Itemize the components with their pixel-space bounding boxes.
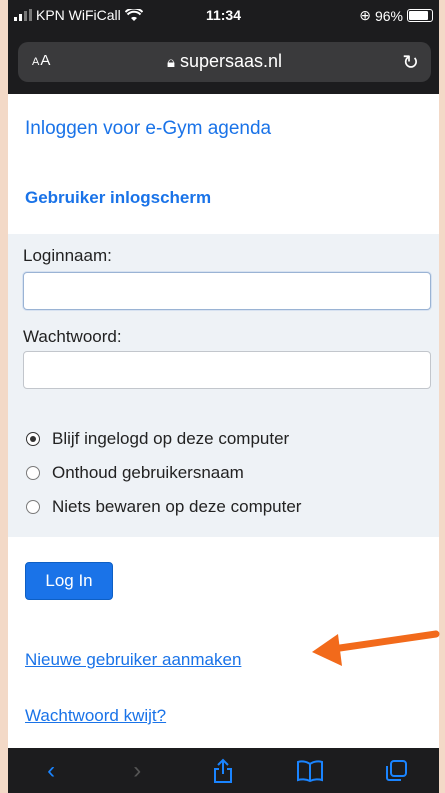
web-page: Inloggen voor e-Gym agenda Gebruiker inl… <box>8 94 440 748</box>
option-stay-logged-in[interactable]: Blijf ingelogd op deze computer <box>26 429 289 449</box>
status-right: ⊕ 96% <box>359 7 433 24</box>
battery-fill <box>409 11 428 20</box>
share-icon[interactable] <box>203 758 243 784</box>
tabs-icon[interactable] <box>376 759 416 783</box>
option-save-nothing[interactable]: Niets bewaren op deze computer <box>26 497 301 517</box>
orientation-lock-icon: ⊕ <box>359 7 371 23</box>
phone-screen: KPN WiFiCall 11:34 ⊕ 96% AA 🔒︎ supersaas… <box>0 0 445 793</box>
login-button[interactable]: Log In <box>25 562 113 600</box>
browser-header: AA 🔒︎ supersaas.nl ↻ <box>8 30 439 94</box>
battery-percent: 96% <box>374 7 403 24</box>
password-label: Wachtwoord: <box>23 327 122 346</box>
option-label: Niets bewaren op deze computer <box>52 497 302 516</box>
address-bar[interactable]: AA 🔒︎ supersaas.nl ↻ <box>18 42 431 82</box>
status-bar: KPN WiFiCall 11:34 ⊕ 96% <box>8 0 439 30</box>
forward-icon[interactable]: › <box>117 757 157 785</box>
radio-save-nothing[interactable] <box>26 500 40 514</box>
option-label: Blijf ingelogd op deze computer <box>52 429 290 448</box>
radio-stay-logged-in[interactable] <box>26 432 40 446</box>
domain-text: supersaas.nl <box>179 51 283 71</box>
browser-toolbar: ‹ › <box>8 748 439 793</box>
page-title[interactable]: Inloggen voor e-Gym agenda <box>25 118 271 140</box>
arrow-annotation-icon <box>312 630 440 666</box>
login-name-label: Loginnaam: <box>23 246 112 265</box>
back-icon[interactable]: ‹ <box>31 757 71 785</box>
option-label: Onthoud gebruikersnaam <box>52 463 244 482</box>
login-panel: Loginnaam: Wachtwoord: Blijf ingelogd op… <box>8 234 439 537</box>
password-input[interactable] <box>23 351 431 389</box>
lock-icon: 🔒︎ <box>166 54 175 71</box>
reload-icon[interactable]: ↻ <box>402 50 419 75</box>
section-title: Gebruiker inlogscherm <box>25 188 212 207</box>
battery-icon <box>407 9 433 22</box>
bookmarks-icon[interactable] <box>290 759 330 782</box>
forgot-password-link[interactable]: Wachtwoord kwijt? <box>25 706 166 726</box>
login-name-input[interactable] <box>23 272 431 310</box>
option-remember-username[interactable]: Onthoud gebruikersnaam <box>26 463 244 483</box>
new-user-link[interactable]: Nieuwe gebruiker aanmaken <box>25 650 241 670</box>
address-domain[interactable]: 🔒︎ supersaas.nl <box>18 51 431 72</box>
radio-remember-username[interactable] <box>26 466 40 480</box>
